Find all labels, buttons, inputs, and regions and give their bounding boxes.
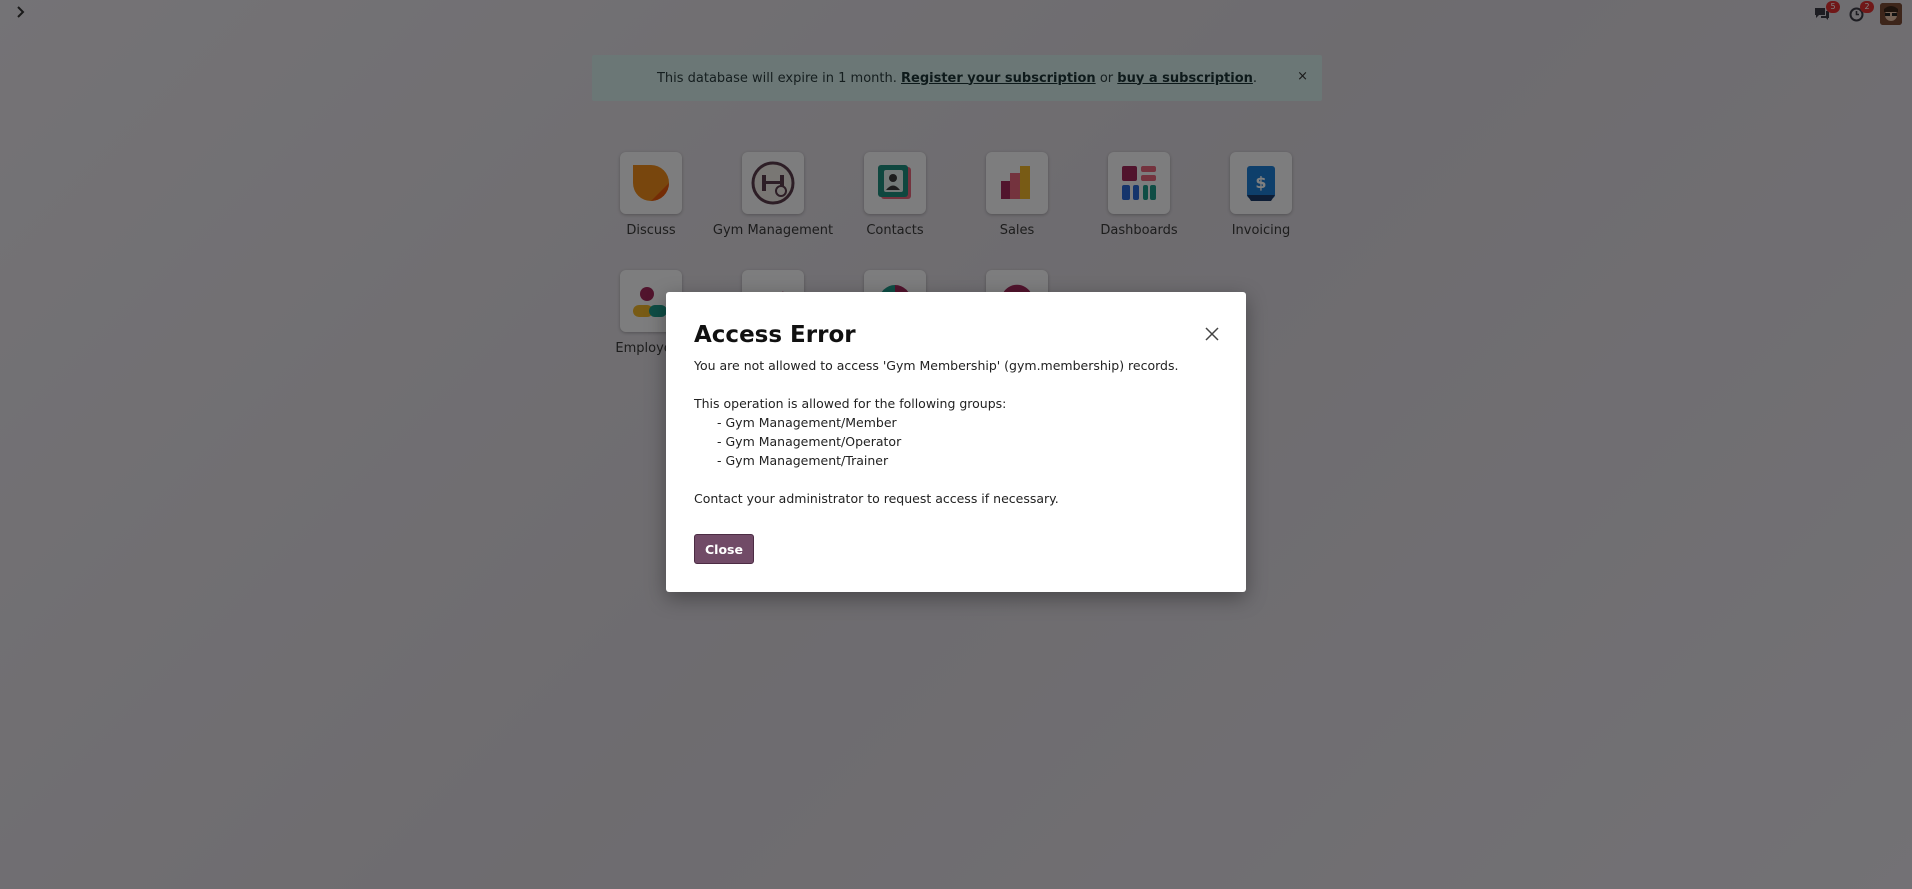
contact-admin-text: Contact your administrator to request ac… [694,491,1059,506]
close-icon[interactable] [1204,326,1220,342]
dialog-title: Access Error [694,322,856,348]
access-error-dialog: Access Error You are not allowed to acce… [666,292,1246,592]
group-item: - Gym Management/Operator [717,434,902,449]
error-message: You are not allowed to access 'Gym Membe… [694,358,1179,373]
group-item: - Gym Management/Trainer [717,453,889,468]
close-button[interactable]: Close [694,534,754,564]
dialog-body: You are not allowed to access 'Gym Membe… [694,356,1214,508]
groups-intro: This operation is allowed for the follow… [694,396,1007,411]
group-item: - Gym Management/Member [717,415,897,430]
